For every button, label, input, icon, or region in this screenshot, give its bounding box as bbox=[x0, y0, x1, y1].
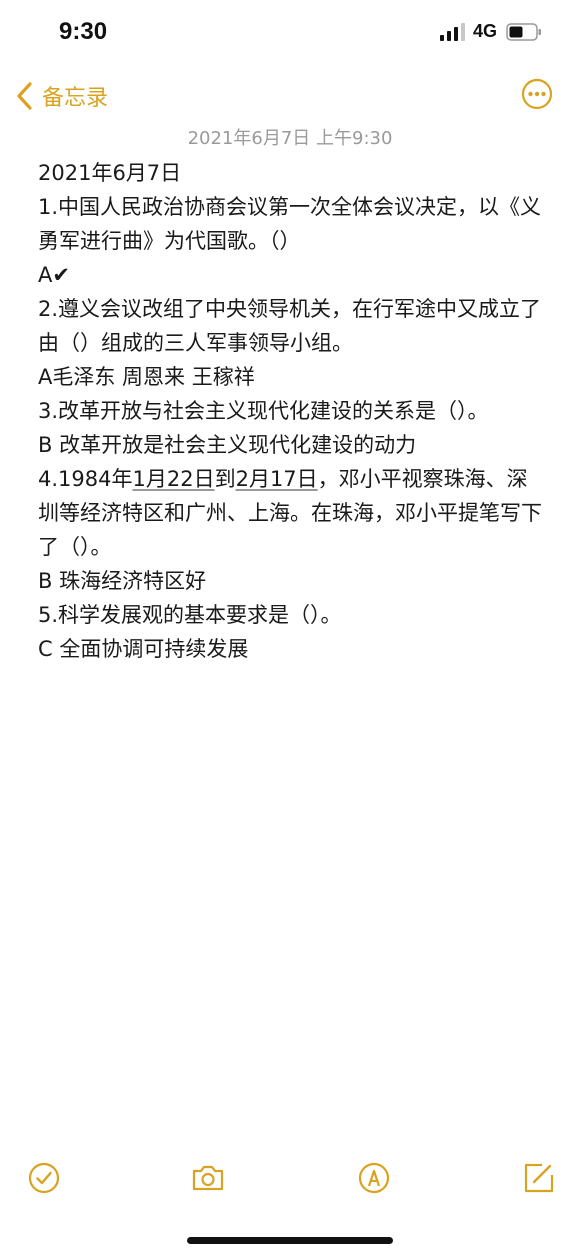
navigation-bar: 备忘录 bbox=[0, 74, 580, 118]
battery-icon bbox=[506, 23, 541, 41]
ellipsis-circle-icon[interactable] bbox=[521, 78, 553, 110]
note-text: 到 bbox=[214, 467, 236, 491]
note-line: C 全面协调可持续发展 bbox=[38, 637, 249, 661]
note-line: 4.1984年1月22日到2月17日，邓小平视察珠海、深圳等经济特区和广州、上海… bbox=[38, 462, 548, 564]
back-label: 备忘录 bbox=[42, 86, 109, 111]
note-line: A✔ bbox=[38, 263, 70, 287]
note-date-header: 2021年6月7日 上午9:30 bbox=[187, 128, 393, 149]
notes-screen: 9:30 4G 备忘录 2021年6月7日 上午9:30 2021年6月7日 1… bbox=[0, 0, 580, 1255]
checklist-icon[interactable] bbox=[26, 1160, 62, 1196]
compose-icon[interactable] bbox=[520, 1160, 556, 1196]
note-line: A毛泽东 周恩来 王稼祥 bbox=[38, 365, 255, 389]
network-type: 4G bbox=[473, 21, 498, 41]
note-line: 1.中国人民政治协商会议第一次全体会议决定，以《义勇军进行曲》为代国歌。（） bbox=[38, 195, 542, 253]
note-line: B 改革开放是社会主义现代化建设的动力 bbox=[38, 433, 417, 457]
note-line: 2.遵义会议改组了中央领导机关，在行军途中又成立了由（）组成的三人军事领导小组。 bbox=[38, 297, 542, 355]
note-text: 4.1984年 bbox=[38, 467, 133, 491]
note-line: 3.改革开放与社会主义现代化建设的关系是（）。 bbox=[38, 399, 489, 423]
bottom-toolbar bbox=[0, 1160, 580, 1200]
cellular-signal-icon bbox=[440, 23, 465, 41]
note-line: 5.科学发展观的基本要求是（）。 bbox=[38, 603, 342, 627]
status-bar: 9:30 4G bbox=[0, 0, 580, 66]
date-link[interactable]: 1月22日 bbox=[132, 467, 214, 491]
back-button[interactable]: 备忘录 bbox=[14, 78, 108, 114]
date-link[interactable]: 2月17日 bbox=[236, 467, 318, 491]
chevron-left-icon bbox=[17, 82, 32, 110]
status-time: 9:30 bbox=[59, 18, 108, 45]
camera-icon[interactable] bbox=[190, 1160, 226, 1196]
home-indicator[interactable] bbox=[187, 1237, 393, 1244]
note-line: 2021年6月7日 bbox=[38, 161, 182, 185]
note-line: B 珠海经济特区好 bbox=[38, 569, 207, 593]
note-body[interactable]: 2021年6月7日 1.中国人民政治协商会议第一次全体会议决定，以《义勇军进行曲… bbox=[38, 156, 548, 666]
markup-pen-icon[interactable] bbox=[356, 1160, 392, 1196]
